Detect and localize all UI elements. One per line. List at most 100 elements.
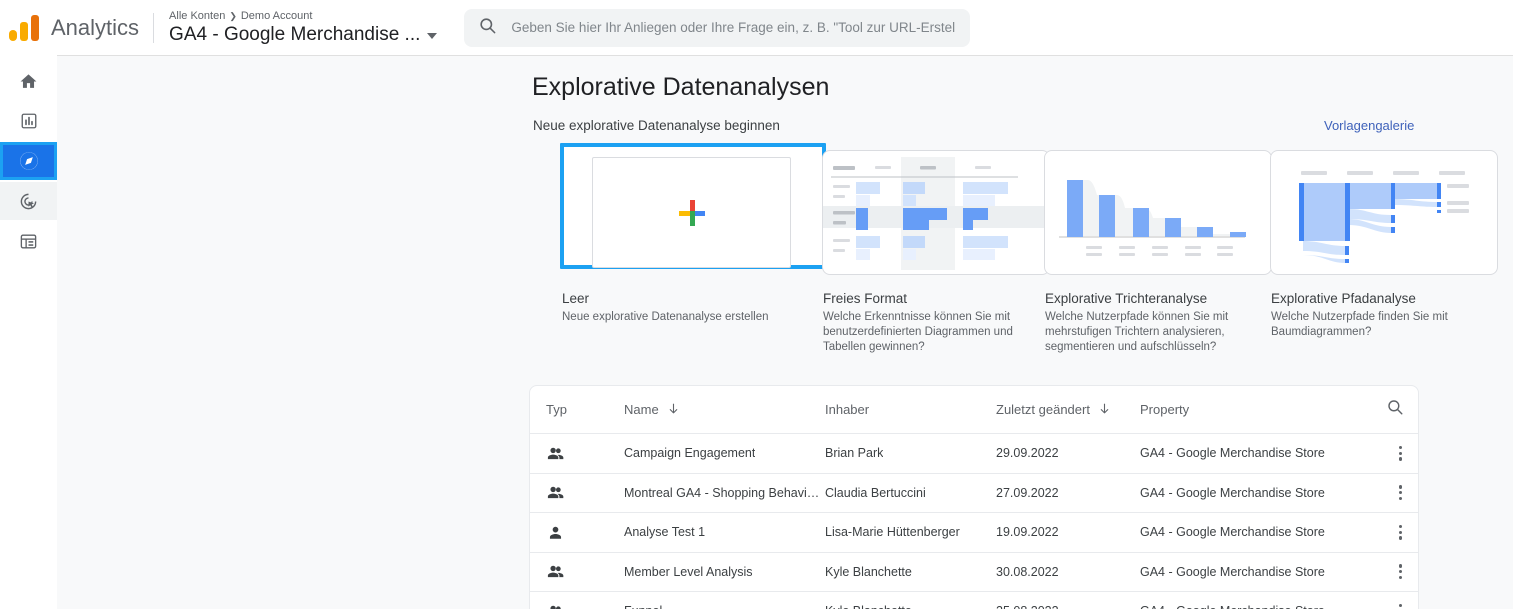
person-icon <box>546 523 565 542</box>
sidebar-item-explore[interactable]: Ex <box>0 142 57 180</box>
top-bar: Analytics Alle Konten ❯ Demo Account GA4… <box>0 0 1513 55</box>
more-options-icon[interactable] <box>1398 445 1402 461</box>
cell-owner: Kyle Blanchette <box>825 564 912 579</box>
cell-property: GA4 - Google Merchandise Store <box>1140 525 1325 540</box>
template-card-title: Explorative Trichteranalyse <box>1045 291 1208 306</box>
sidebar-item-configure[interactable]: Ko <box>0 222 57 260</box>
template-thumbnail-free-form <box>822 150 1050 275</box>
brand-divider <box>153 12 155 43</box>
sidebar-item-home[interactable]: St <box>0 62 57 100</box>
configure-icon <box>0 232 57 251</box>
template-gallery-link[interactable]: Vorlagengalerie <box>1324 118 1414 133</box>
template-card-description: Welche Erkenntnisse können Sie mit benut… <box>823 311 1013 353</box>
column-label: Inhaber <box>825 402 870 417</box>
cell-owner: Kyle Blanchette <box>825 604 912 609</box>
more-options-icon[interactable] <box>1398 524 1402 540</box>
cell-name: Analyse Test 1 <box>624 525 706 540</box>
left-navigation: St Be Ex <box>0 55 57 609</box>
sort-desc-arrow-icon <box>1098 402 1111 417</box>
template-card-description: Welche Nutzerpfade können Sie mit mehrst… <box>1045 311 1229 353</box>
cell-modified: 25.08.2022 <box>996 604 1059 609</box>
breadcrumb: Alle Konten ❯ Demo Account <box>169 9 437 23</box>
cell-property: GA4 - Google Merchandise Store <box>1140 485 1325 500</box>
template-thumbnail-funnel <box>1044 150 1272 275</box>
chevron-down-icon[interactable] <box>427 33 438 39</box>
table-row[interactable]: Analyse Test 1 Lisa-Marie Hüttenberger 19.… <box>530 513 1418 553</box>
column-header-zuletzt-geaendert[interactable]: Zuletzt geändert <box>996 402 1111 417</box>
cell-property: GA4 - Google Merchandise Store <box>1140 604 1325 609</box>
cell-name: Campaign Engagement <box>624 446 756 461</box>
home-icon <box>0 72 57 91</box>
cell-modified: 19.09.2022 <box>996 525 1059 540</box>
column-header-typ[interactable]: Typ <box>546 402 567 417</box>
cell-property: GA4 - Google Merchandise Store <box>1140 446 1325 461</box>
cell-name: Funnel <box>624 604 662 609</box>
explore-icon <box>0 150 57 172</box>
cell-owner: Claudia Bertuccini <box>825 485 926 500</box>
table-body: Campaign Engagement Brian Park 29.09.2022 G… <box>530 434 1418 609</box>
people-icon <box>546 444 565 463</box>
cell-modified: 27.09.2022 <box>996 485 1059 500</box>
column-header-name[interactable]: Name <box>624 402 680 417</box>
template-card-description: Welche Nutzerpfade finden Sie mit Baumdi… <box>1271 311 1448 338</box>
account-selector[interactable]: Alle Konten ❯ Demo Account GA4 - Google … <box>169 9 438 47</box>
more-options-icon[interactable] <box>1398 485 1402 501</box>
table-search-button[interactable] <box>1386 398 1404 421</box>
cell-modified: 30.08.2022 <box>996 564 1059 579</box>
advertising-icon <box>0 192 57 211</box>
column-header-property[interactable]: Property <box>1140 402 1189 417</box>
main-content: Explorative Datenanalysen Neue explorati… <box>57 55 1513 609</box>
template-card-description: Neue explorative Datenanalyse erstellen <box>562 311 769 323</box>
cell-modified: 29.09.2022 <box>996 446 1059 461</box>
template-cards-row: Leer Neue explorative Datenanalyse erste… <box>500 143 1513 365</box>
column-label: Name <box>624 402 659 417</box>
column-label: Property <box>1140 402 1190 417</box>
brand-name: Analytics <box>51 14 140 40</box>
people-icon <box>546 562 565 581</box>
cell-owner: Lisa-Marie Hüttenberger <box>825 525 960 540</box>
template-card-title: Freies Format <box>823 291 908 306</box>
template-card-title: Explorative Pfadanalyse <box>1271 291 1416 306</box>
table-row[interactable]: Member Level Analysis Kyle Blanchette 30.0… <box>530 553 1418 592</box>
breadcrumb-account[interactable]: Alle Konten <box>169 9 225 23</box>
page-title: Explorative Datenanalysen <box>532 73 830 101</box>
sidebar-item-reports[interactable]: Be <box>0 102 57 140</box>
breadcrumb-property[interactable]: Demo Account <box>241 9 313 23</box>
explorations-table: Typ Name Inhaber Zuletzt geändert Proper… <box>529 385 1419 609</box>
reports-icon <box>0 112 57 130</box>
search-input[interactable]: Geben Sie hier Ihr Anliegen oder Ihre Fr… <box>464 8 971 47</box>
cell-name: Member Level Analysis <box>624 564 753 579</box>
sidebar-item-advertising[interactable]: W <box>0 182 57 220</box>
template-card-free-form[interactable]: Freies Format Welche Erkenntnisse können… <box>822 150 1052 353</box>
template-card-blank[interactable]: Leer Neue explorative Datenanalyse erste… <box>560 143 826 323</box>
cell-name: Montreal GA4 - Shopping Behavior Fu… <box>624 485 822 500</box>
account-name: GA4 - Google Merchandise ... <box>169 23 421 45</box>
sort-desc-arrow-icon <box>667 402 680 417</box>
table-header-row: Typ Name Inhaber Zuletzt geändert Proper… <box>530 386 1418 434</box>
cell-property: GA4 - Google Merchandise Store <box>1140 564 1325 579</box>
search-icon <box>478 16 497 40</box>
search-icon <box>1386 398 1404 421</box>
breadcrumb-separator-icon: ❯ <box>229 10 237 21</box>
people-icon <box>546 602 565 609</box>
column-label: Typ <box>546 402 567 417</box>
template-card-title: Leer <box>562 291 590 306</box>
template-card-path[interactable]: Explorative Pfadanalyse Welche Nutzerpfa… <box>1270 150 1500 338</box>
more-options-icon[interactable] <box>1398 603 1402 609</box>
header-divider <box>57 55 1513 56</box>
template-thumbnail-blank <box>592 157 791 268</box>
template-card-funnel[interactable]: Explorative Trichteranalyse Welche Nutze… <box>1044 150 1274 353</box>
cell-owner: Brian Park <box>825 446 884 461</box>
column-label: Zuletzt geändert <box>996 402 1090 417</box>
search-placeholder: Geben Sie hier Ihr Anliegen oder Ihre Fr… <box>511 20 957 35</box>
people-icon <box>546 483 565 502</box>
column-header-inhaber[interactable]: Inhaber <box>825 402 869 417</box>
more-options-icon[interactable] <box>1398 564 1402 580</box>
table-row[interactable]: Montreal GA4 - Shopping Behavior Fu…Clau… <box>530 474 1418 513</box>
table-row[interactable]: Campaign Engagement Brian Park 29.09.2022 G… <box>530 434 1418 474</box>
plus-icon <box>678 199 705 226</box>
section-label: Neue explorative Datenanalyse beginnen <box>533 118 780 133</box>
google-analytics-logo-icon <box>9 14 43 41</box>
table-row[interactable]: Funnel Kyle Blanchette 25.08.2022 GA4 - Goo… <box>530 592 1418 609</box>
template-thumbnail-path <box>1270 150 1498 275</box>
